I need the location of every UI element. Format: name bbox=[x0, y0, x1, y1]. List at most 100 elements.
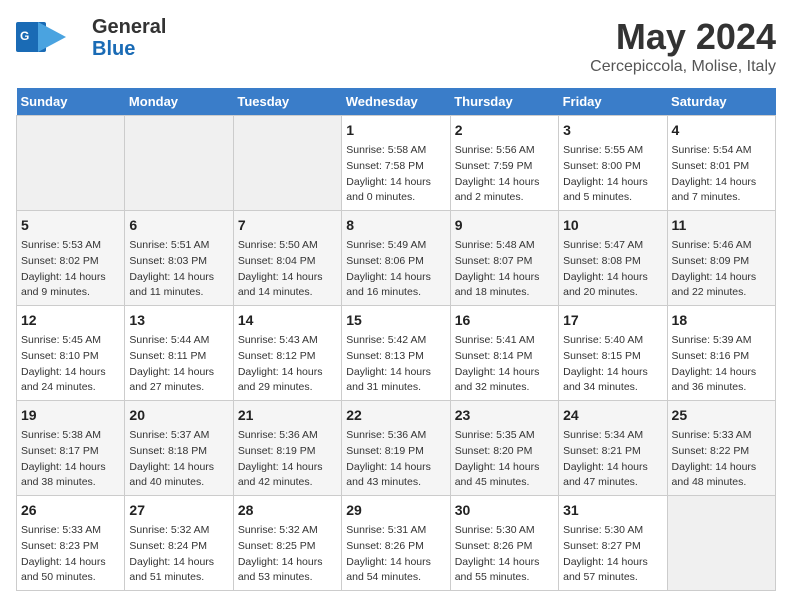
day-info: Sunrise: 5:53 AMSunset: 8:02 PMDaylight:… bbox=[21, 238, 120, 301]
day-info: Sunrise: 5:49 AMSunset: 8:06 PMDaylight:… bbox=[346, 238, 445, 301]
calendar-cell: 6Sunrise: 5:51 AMSunset: 8:03 PMDaylight… bbox=[125, 211, 233, 306]
day-number: 10 bbox=[563, 215, 662, 236]
calendar-cell: 20Sunrise: 5:37 AMSunset: 8:18 PMDayligh… bbox=[125, 401, 233, 496]
day-number: 21 bbox=[238, 405, 337, 426]
calendar-cell: 8Sunrise: 5:49 AMSunset: 8:06 PMDaylight… bbox=[342, 211, 450, 306]
day-info: Sunrise: 5:33 AMSunset: 8:23 PMDaylight:… bbox=[21, 523, 120, 586]
day-number: 12 bbox=[21, 310, 120, 331]
day-number: 1 bbox=[346, 120, 445, 141]
header-monday: Monday bbox=[125, 88, 233, 116]
day-number: 9 bbox=[455, 215, 554, 236]
day-info: Sunrise: 5:47 AMSunset: 8:08 PMDaylight:… bbox=[563, 238, 662, 301]
day-number: 7 bbox=[238, 215, 337, 236]
day-number: 20 bbox=[129, 405, 228, 426]
calendar-week-4: 19Sunrise: 5:38 AMSunset: 8:17 PMDayligh… bbox=[17, 401, 776, 496]
calendar-cell: 13Sunrise: 5:44 AMSunset: 8:11 PMDayligh… bbox=[125, 306, 233, 401]
day-number: 19 bbox=[21, 405, 120, 426]
calendar-cell: 16Sunrise: 5:41 AMSunset: 8:14 PMDayligh… bbox=[450, 306, 558, 401]
calendar-cell: 26Sunrise: 5:33 AMSunset: 8:23 PMDayligh… bbox=[17, 496, 125, 591]
calendar-cell bbox=[125, 116, 233, 211]
header-saturday: Saturday bbox=[667, 88, 775, 116]
calendar-week-1: 1Sunrise: 5:58 AMSunset: 7:58 PMDaylight… bbox=[17, 116, 776, 211]
calendar-header-row: SundayMondayTuesdayWednesdayThursdayFrid… bbox=[17, 88, 776, 116]
day-info: Sunrise: 5:36 AMSunset: 8:19 PMDaylight:… bbox=[346, 428, 445, 491]
day-number: 25 bbox=[672, 405, 771, 426]
calendar-cell: 28Sunrise: 5:32 AMSunset: 8:25 PMDayligh… bbox=[233, 496, 341, 591]
day-info: Sunrise: 5:55 AMSunset: 8:00 PMDaylight:… bbox=[563, 143, 662, 206]
calendar-cell bbox=[667, 496, 775, 591]
calendar-cell bbox=[17, 116, 125, 211]
day-info: Sunrise: 5:54 AMSunset: 8:01 PMDaylight:… bbox=[672, 143, 771, 206]
calendar-week-2: 5Sunrise: 5:53 AMSunset: 8:02 PMDaylight… bbox=[17, 211, 776, 306]
day-info: Sunrise: 5:34 AMSunset: 8:21 PMDaylight:… bbox=[563, 428, 662, 491]
day-info: Sunrise: 5:41 AMSunset: 8:14 PMDaylight:… bbox=[455, 333, 554, 396]
day-number: 4 bbox=[672, 120, 771, 141]
day-number: 29 bbox=[346, 500, 445, 521]
day-info: Sunrise: 5:40 AMSunset: 8:15 PMDaylight:… bbox=[563, 333, 662, 396]
calendar-cell: 3Sunrise: 5:55 AMSunset: 8:00 PMDaylight… bbox=[559, 116, 667, 211]
calendar-cell: 29Sunrise: 5:31 AMSunset: 8:26 PMDayligh… bbox=[342, 496, 450, 591]
day-number: 11 bbox=[672, 215, 771, 236]
calendar-cell: 2Sunrise: 5:56 AMSunset: 7:59 PMDaylight… bbox=[450, 116, 558, 211]
calendar-cell: 23Sunrise: 5:35 AMSunset: 8:20 PMDayligh… bbox=[450, 401, 558, 496]
calendar-cell: 27Sunrise: 5:32 AMSunset: 8:24 PMDayligh… bbox=[125, 496, 233, 591]
svg-text:G: G bbox=[20, 29, 29, 43]
day-number: 14 bbox=[238, 310, 337, 331]
header-wednesday: Wednesday bbox=[342, 88, 450, 116]
day-number: 8 bbox=[346, 215, 445, 236]
calendar-week-3: 12Sunrise: 5:45 AMSunset: 8:10 PMDayligh… bbox=[17, 306, 776, 401]
day-number: 26 bbox=[21, 500, 120, 521]
day-info: Sunrise: 5:56 AMSunset: 7:59 PMDaylight:… bbox=[455, 143, 554, 206]
day-number: 13 bbox=[129, 310, 228, 331]
day-number: 28 bbox=[238, 500, 337, 521]
calendar-cell: 21Sunrise: 5:36 AMSunset: 8:19 PMDayligh… bbox=[233, 401, 341, 496]
header-thursday: Thursday bbox=[450, 88, 558, 116]
day-info: Sunrise: 5:46 AMSunset: 8:09 PMDaylight:… bbox=[672, 238, 771, 301]
day-number: 16 bbox=[455, 310, 554, 331]
calendar-cell: 14Sunrise: 5:43 AMSunset: 8:12 PMDayligh… bbox=[233, 306, 341, 401]
calendar-cell: 18Sunrise: 5:39 AMSunset: 8:16 PMDayligh… bbox=[667, 306, 775, 401]
day-number: 17 bbox=[563, 310, 662, 331]
calendar-cell: 12Sunrise: 5:45 AMSunset: 8:10 PMDayligh… bbox=[17, 306, 125, 401]
header-friday: Friday bbox=[559, 88, 667, 116]
day-info: Sunrise: 5:58 AMSunset: 7:58 PMDaylight:… bbox=[346, 143, 445, 206]
day-info: Sunrise: 5:35 AMSunset: 8:20 PMDaylight:… bbox=[455, 428, 554, 491]
day-number: 18 bbox=[672, 310, 771, 331]
calendar-cell: 15Sunrise: 5:42 AMSunset: 8:13 PMDayligh… bbox=[342, 306, 450, 401]
day-info: Sunrise: 5:51 AMSunset: 8:03 PMDaylight:… bbox=[129, 238, 228, 301]
day-info: Sunrise: 5:32 AMSunset: 8:24 PMDaylight:… bbox=[129, 523, 228, 586]
day-info: Sunrise: 5:37 AMSunset: 8:18 PMDaylight:… bbox=[129, 428, 228, 491]
calendar-cell: 11Sunrise: 5:46 AMSunset: 8:09 PMDayligh… bbox=[667, 211, 775, 306]
day-number: 15 bbox=[346, 310, 445, 331]
calendar-cell bbox=[233, 116, 341, 211]
day-info: Sunrise: 5:30 AMSunset: 8:27 PMDaylight:… bbox=[563, 523, 662, 586]
page-subtitle: Cercepiccola, Molise, Italy bbox=[590, 58, 776, 76]
day-number: 5 bbox=[21, 215, 120, 236]
calendar-cell: 22Sunrise: 5:36 AMSunset: 8:19 PMDayligh… bbox=[342, 401, 450, 496]
day-number: 31 bbox=[563, 500, 662, 521]
header-tuesday: Tuesday bbox=[233, 88, 341, 116]
day-info: Sunrise: 5:36 AMSunset: 8:19 PMDaylight:… bbox=[238, 428, 337, 491]
day-number: 3 bbox=[563, 120, 662, 141]
calendar-cell: 17Sunrise: 5:40 AMSunset: 8:15 PMDayligh… bbox=[559, 306, 667, 401]
calendar-cell: 7Sunrise: 5:50 AMSunset: 8:04 PMDaylight… bbox=[233, 211, 341, 306]
header-sunday: Sunday bbox=[17, 88, 125, 116]
calendar-table: SundayMondayTuesdayWednesdayThursdayFrid… bbox=[16, 88, 776, 591]
day-info: Sunrise: 5:38 AMSunset: 8:17 PMDaylight:… bbox=[21, 428, 120, 491]
day-info: Sunrise: 5:42 AMSunset: 8:13 PMDaylight:… bbox=[346, 333, 445, 396]
day-info: Sunrise: 5:32 AMSunset: 8:25 PMDaylight:… bbox=[238, 523, 337, 586]
day-number: 24 bbox=[563, 405, 662, 426]
calendar-cell: 31Sunrise: 5:30 AMSunset: 8:27 PMDayligh… bbox=[559, 496, 667, 591]
logo-line2: Blue bbox=[92, 38, 166, 60]
calendar-cell: 24Sunrise: 5:34 AMSunset: 8:21 PMDayligh… bbox=[559, 401, 667, 496]
title-block: May 2024 Cercepiccola, Molise, Italy bbox=[590, 16, 776, 76]
day-info: Sunrise: 5:30 AMSunset: 8:26 PMDaylight:… bbox=[455, 523, 554, 586]
calendar-cell: 10Sunrise: 5:47 AMSunset: 8:08 PMDayligh… bbox=[559, 211, 667, 306]
day-info: Sunrise: 5:31 AMSunset: 8:26 PMDaylight:… bbox=[346, 523, 445, 586]
day-info: Sunrise: 5:50 AMSunset: 8:04 PMDaylight:… bbox=[238, 238, 337, 301]
day-info: Sunrise: 5:39 AMSunset: 8:16 PMDaylight:… bbox=[672, 333, 771, 396]
day-info: Sunrise: 5:33 AMSunset: 8:22 PMDaylight:… bbox=[672, 428, 771, 491]
calendar-week-5: 26Sunrise: 5:33 AMSunset: 8:23 PMDayligh… bbox=[17, 496, 776, 591]
calendar-cell: 5Sunrise: 5:53 AMSunset: 8:02 PMDaylight… bbox=[17, 211, 125, 306]
calendar-cell: 19Sunrise: 5:38 AMSunset: 8:17 PMDayligh… bbox=[17, 401, 125, 496]
